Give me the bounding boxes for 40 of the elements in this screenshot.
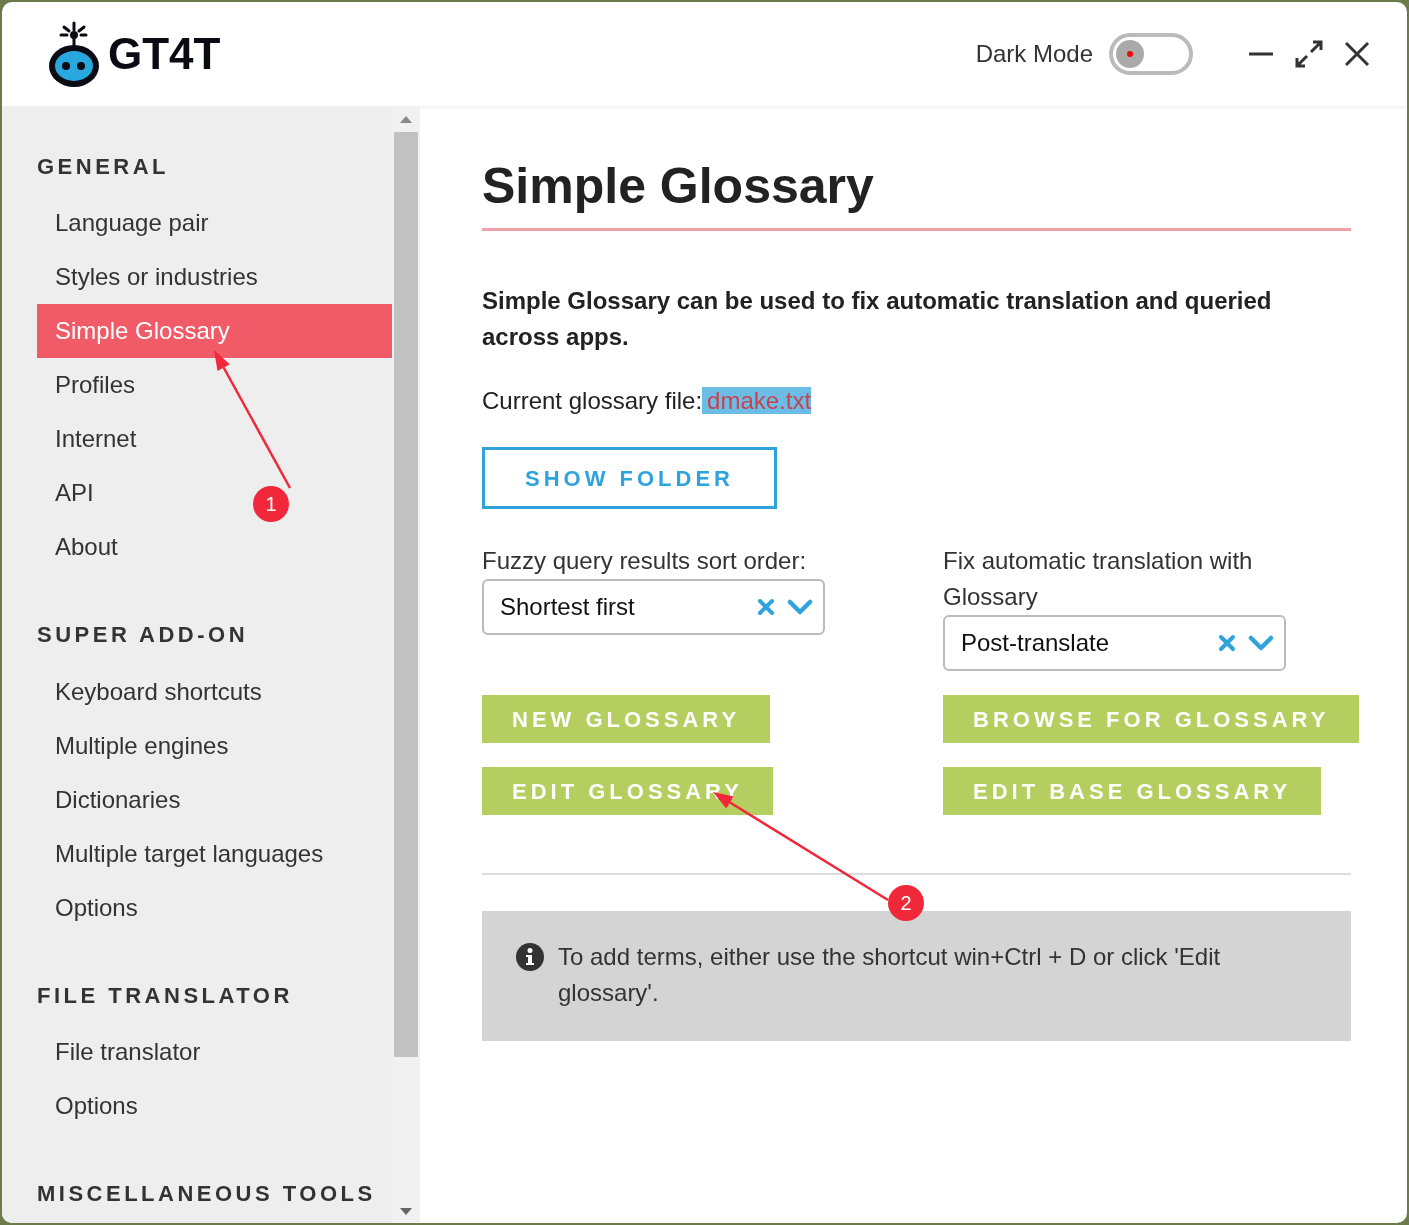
sidebar-item[interactable]: Profiles bbox=[37, 358, 392, 413]
description-text: Simple Glossary can be used to fix automatic translation and queried across apps. bbox=[482, 286, 1273, 352]
select-field[interactable]: Shortest first bbox=[482, 579, 825, 635]
scroll-up-icon[interactable] bbox=[399, 114, 413, 124]
robot-logo-icon bbox=[48, 20, 102, 88]
maximize-icon[interactable] bbox=[1293, 38, 1325, 70]
select-field[interactable]: Post-translate bbox=[943, 615, 1286, 671]
section-heading: SUPER ADD-ON bbox=[37, 622, 250, 649]
sidebar-item[interactable]: Multiple target languages bbox=[37, 826, 392, 881]
sidebar-item[interactable]: Keyboard shortcuts bbox=[37, 664, 392, 719]
sidebar-item[interactable]: Dictionaries bbox=[37, 772, 392, 827]
scrollbar-thumb[interactable] bbox=[394, 132, 418, 1057]
dark-mode-toggle[interactable] bbox=[1109, 33, 1193, 75]
select-value: Shortest first bbox=[500, 592, 636, 622]
sidebar-item[interactable]: Language pair bbox=[37, 196, 392, 251]
info-text: To add terms, either use the shortcut win+Ctrl + D or click 'Edit glossary'. bbox=[558, 942, 1222, 1008]
field-label: Fuzzy query results sort order: bbox=[482, 546, 808, 576]
sidebar-item[interactable]: Internet bbox=[37, 412, 392, 467]
dark-mode-label: Dark Mode bbox=[975, 39, 1093, 69]
sidebar-item[interactable]: Options bbox=[37, 1079, 392, 1134]
clear-icon[interactable] bbox=[1218, 634, 1236, 652]
sidebar-item[interactable]: Options bbox=[37, 880, 392, 935]
page-title: Simple Glossary bbox=[482, 156, 1351, 231]
scroll-down-icon[interactable] bbox=[399, 1207, 413, 1217]
sidebar-item[interactable]: Multiple engines bbox=[37, 718, 392, 773]
chevron-down-icon[interactable] bbox=[787, 597, 813, 617]
chevron-down-icon[interactable] bbox=[1248, 633, 1274, 653]
section-heading: GENERAL bbox=[37, 154, 171, 181]
file-label: Current glossary file: bbox=[482, 387, 703, 414]
annotation-number: 2 bbox=[888, 885, 924, 921]
section-heading: FILE TRANSLATOR bbox=[37, 982, 294, 1010]
section-heading: MISCELLANEOUS TOOLS bbox=[37, 1181, 377, 1208]
sidebar-item[interactable]: Styles or industries bbox=[37, 250, 392, 305]
select-value: Post-translate bbox=[961, 628, 1111, 658]
info-icon bbox=[516, 943, 544, 971]
clear-icon[interactable] bbox=[757, 598, 775, 616]
sidebar-item[interactable]: File translator bbox=[37, 1025, 392, 1080]
field-label: Fix automatic translation with Glossary bbox=[943, 546, 1254, 612]
sidebar-item[interactable]: About bbox=[37, 520, 392, 575]
logo-text: GT4T bbox=[108, 32, 221, 76]
